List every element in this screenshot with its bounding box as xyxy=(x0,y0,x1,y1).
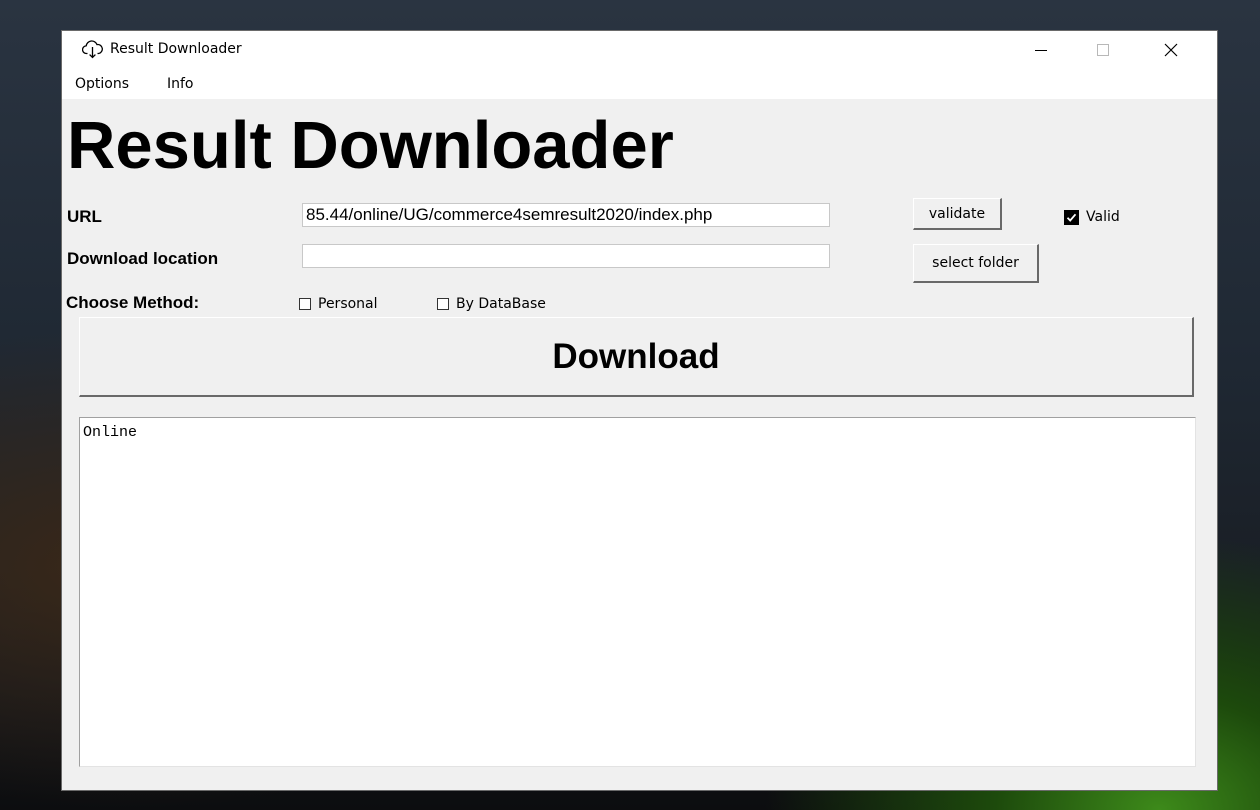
menu-options[interactable]: Options xyxy=(75,76,129,92)
choose-method-label: Choose Method: xyxy=(66,293,200,312)
maximize-button[interactable] xyxy=(1080,31,1126,69)
maximize-icon xyxy=(1097,44,1109,56)
window-title: Result Downloader xyxy=(110,41,242,57)
minimize-icon xyxy=(1035,50,1047,51)
minimize-button[interactable] xyxy=(1018,31,1064,69)
url-label: URL xyxy=(67,207,102,226)
checkbox-box xyxy=(299,298,311,310)
checkmark-icon xyxy=(1064,209,1079,225)
validate-button[interactable]: validate xyxy=(913,198,1002,230)
personal-checkbox[interactable]: Personal xyxy=(299,296,378,312)
checkbox-box xyxy=(437,298,449,310)
download-location-input[interactable] xyxy=(302,244,830,268)
database-checkbox-label: By DataBase xyxy=(456,296,546,312)
output-console[interactable]: Online xyxy=(79,417,1196,767)
menu-bar: Options Info xyxy=(62,69,1217,99)
download-location-label: Download location xyxy=(67,249,219,268)
app-window: Result Downloader Options Info Result Do… xyxy=(62,31,1217,790)
database-checkbox[interactable]: By DataBase xyxy=(437,296,546,312)
app-heading: Result Downloader xyxy=(67,108,674,183)
cloud-download-icon xyxy=(82,40,103,59)
menu-info[interactable]: Info xyxy=(167,76,194,92)
select-folder-button[interactable]: select folder xyxy=(913,244,1039,283)
url-input[interactable] xyxy=(302,203,830,227)
close-button[interactable] xyxy=(1148,31,1194,69)
console-text: Online xyxy=(83,424,138,441)
title-bar[interactable]: Result Downloader xyxy=(62,31,1217,69)
close-icon xyxy=(1164,43,1178,57)
download-button[interactable]: Download xyxy=(79,317,1194,397)
valid-checkbox-label: Valid xyxy=(1086,209,1120,225)
personal-checkbox-label: Personal xyxy=(318,296,378,312)
valid-checkbox[interactable]: Valid xyxy=(1064,209,1120,225)
